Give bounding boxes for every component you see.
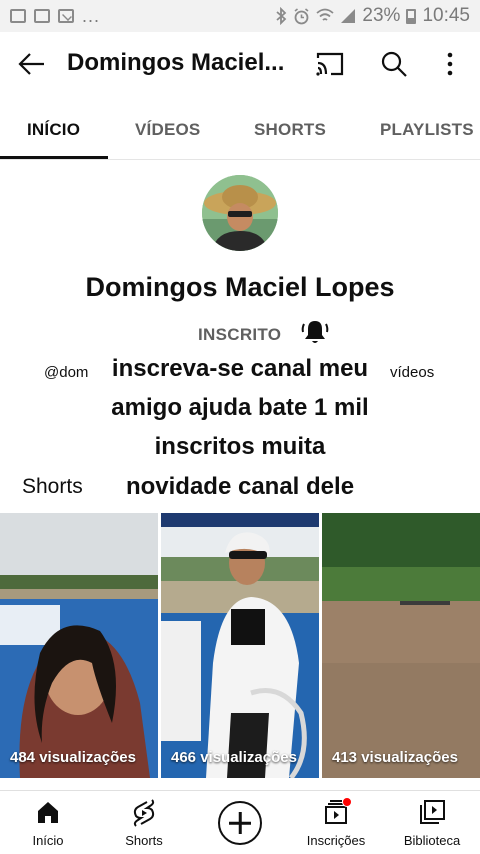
nav-shorts-label: Shorts — [125, 833, 163, 848]
short-2-views: 466 visualizações — [171, 749, 297, 766]
alarm-icon — [294, 7, 309, 24]
short-thumbnail-2[interactable]: 466 visualizações — [161, 513, 319, 778]
short-3-views: 413 visualizações — [332, 749, 458, 766]
home-icon — [38, 802, 58, 823]
channel-tabs: INÍCIO VÍDEOS SHORTS PLAYLISTS — [0, 98, 480, 160]
shorts-icon — [133, 799, 155, 827]
notification-bell-icon[interactable] — [300, 318, 330, 346]
search-icon[interactable] — [380, 50, 408, 78]
shorts-section-heading: Shorts — [22, 475, 83, 498]
signal-icon — [341, 9, 356, 23]
library-icon — [420, 800, 445, 824]
mail-notification-icon — [58, 9, 74, 23]
nav-shorts[interactable]: Shorts — [96, 791, 192, 854]
app-bar: Domingos Maciel... — [0, 32, 480, 98]
more-vert-icon[interactable] — [440, 50, 460, 78]
channel-avatar[interactable] — [202, 175, 278, 251]
tab-inicio[interactable]: INÍCIO — [27, 120, 80, 140]
active-tab-indicator — [0, 156, 108, 159]
status-bar: ... 23% 10:45 — [0, 0, 480, 32]
nav-inscricoes-label: Inscrições — [306, 833, 366, 848]
bluetooth-icon — [276, 7, 287, 25]
channel-description-line-3: inscritos muita — [154, 433, 326, 460]
bottom-navigation: Início Shorts Inscrições Biblioteca — [0, 790, 480, 854]
more-notifications-indicator: ... — [82, 5, 101, 26]
battery-icon — [406, 8, 417, 24]
channel-description-line-1: inscreva-se canal meu — [111, 355, 369, 382]
description-line-4-text: novidade canal dele — [125, 473, 355, 500]
cast-icon[interactable] — [315, 50, 345, 78]
short-thumbnail-3[interactable]: 413 visualizações — [322, 513, 480, 778]
gallery-notification-icon — [10, 9, 26, 23]
tab-playlists[interactable]: PLAYLISTS — [380, 120, 474, 140]
tab-videos[interactable]: VÍDEOS — [135, 120, 200, 140]
back-arrow-icon[interactable] — [16, 48, 48, 80]
new-content-badge — [342, 797, 352, 807]
short-thumbnail-3-image — [322, 513, 480, 778]
subscribed-button[interactable]: INSCRITO — [198, 325, 281, 345]
nav-inicio-label: Início — [32, 833, 64, 848]
nav-biblioteca-label: Biblioteca — [403, 833, 461, 848]
channel-title: Domingos Maciel... — [67, 49, 285, 76]
short-thumbnail-1-image — [0, 513, 158, 778]
channel-description-line-2: amigo ajuda bate 1 mil — [111, 394, 369, 421]
wifi-icon — [316, 8, 335, 21]
create-icon[interactable] — [218, 801, 262, 845]
short-1-views: 484 visualizações — [10, 749, 136, 766]
nav-inicio[interactable]: Início — [0, 791, 96, 854]
channel-name: Domingos Maciel Lopes — [85, 272, 395, 302]
short-thumbnail-2-image — [161, 513, 319, 778]
battery-percent: 23% — [362, 5, 401, 26]
nav-biblioteca[interactable]: Biblioteca — [384, 791, 480, 854]
clock: 10:45 — [422, 5, 470, 26]
short-thumbnail-1[interactable]: 484 visualizações — [0, 513, 158, 778]
tab-shorts[interactable]: SHORTS — [254, 120, 326, 140]
nav-inscricoes[interactable]: Inscrições — [288, 791, 384, 854]
message-notification-icon — [34, 9, 50, 23]
